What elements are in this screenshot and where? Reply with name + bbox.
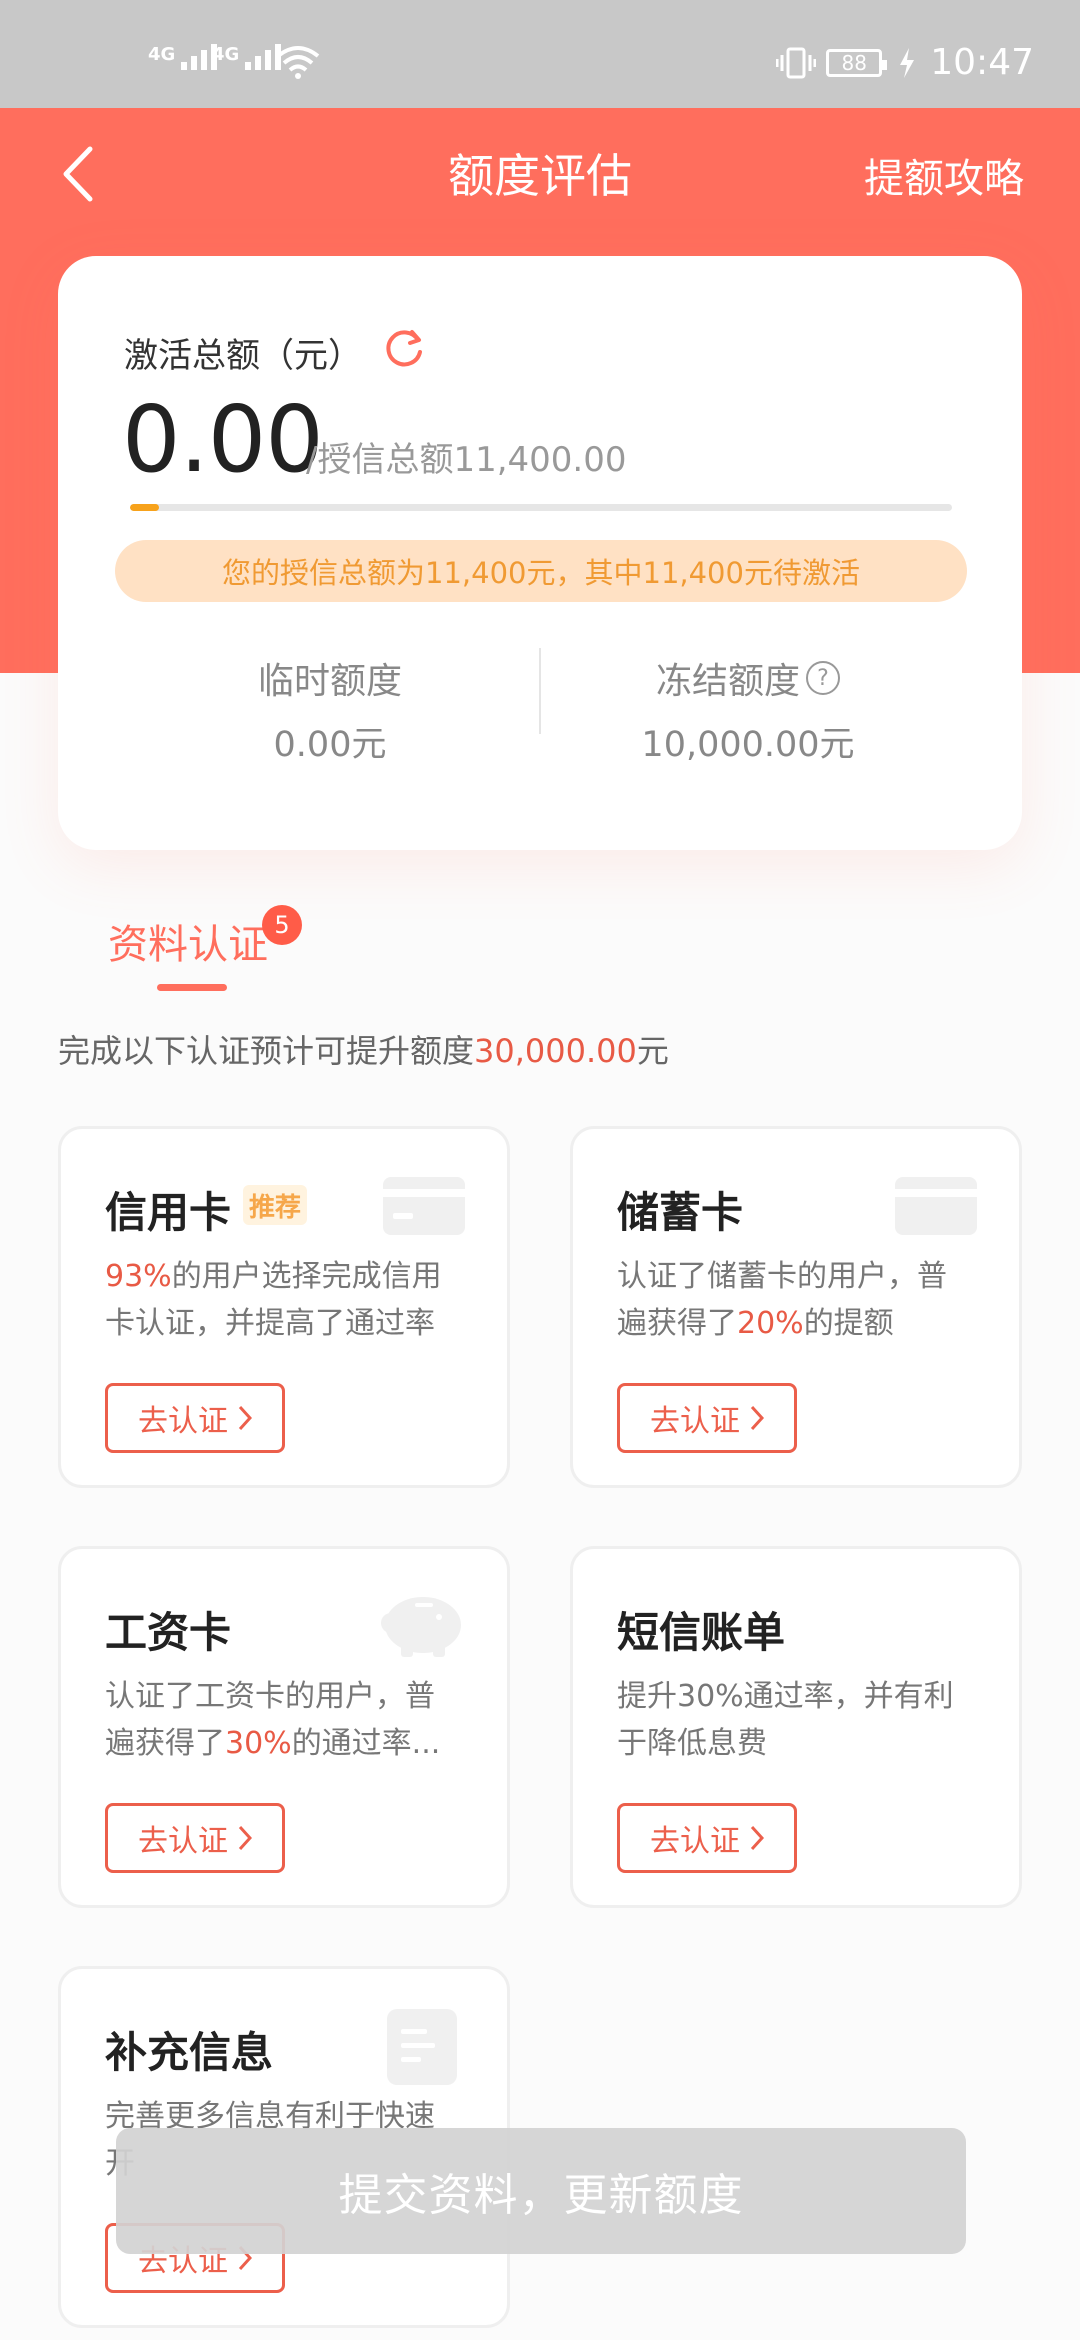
temporary-credit-label-text: 临时额度 (257, 661, 402, 702)
tab-active-indicator (157, 984, 227, 991)
verify-button-salary-card[interactable]: 去认证 (105, 1803, 285, 1873)
frozen-credit: 冻结额度 ? 10,000.00元 (558, 652, 938, 767)
tab-verification[interactable]: 资料认证 (108, 912, 268, 970)
network-type-label-2: 4G (212, 44, 240, 65)
desc-line-1: 提升30%通过率，并有利 (617, 1679, 954, 1714)
card-title: 信用卡 (105, 1188, 232, 1237)
help-icon[interactable]: ? (806, 661, 840, 695)
activated-total-label: 激活总额（元） (124, 336, 362, 376)
document-icon (387, 2009, 457, 2085)
card-title: 工资卡 (105, 1608, 232, 1657)
stat-divider (539, 648, 541, 734)
hint-prefix: 完成以下认证预计可提升额度 (58, 1032, 475, 1070)
frozen-credit-label-text: 冻结额度 (655, 661, 800, 702)
signal-strength-icon: 4G (148, 44, 218, 70)
temporary-credit: 临时额度 0.00元 (140, 652, 520, 767)
desc-highlight: 93% (105, 1259, 172, 1294)
refresh-icon[interactable] (382, 326, 426, 370)
desc-line-2: 遍获得了30%的通过率... (105, 1720, 475, 1767)
desc-line-1: 93%的用户选择完成信用 (105, 1253, 475, 1300)
verify-button-label: 去认证 (650, 1824, 740, 1859)
desc-text-end: 的通过率... (291, 1726, 441, 1761)
verify-button-label: 去认证 (138, 1824, 228, 1859)
card-title: 短信账单 (617, 1608, 786, 1657)
desc-line-1: 认证了工资卡的用户，普 (105, 1679, 435, 1714)
chevron-right-icon (750, 1405, 764, 1431)
clock: 10:47 (930, 42, 1034, 83)
activated-amount: 0.00 (122, 386, 324, 493)
credit-summary-card: 激活总额（元） 0.00 /授信总额11,400.00 您的授信总额为11,40… (58, 256, 1022, 850)
temporary-credit-label: 临时额度 (140, 652, 520, 704)
frozen-credit-label: 冻结额度 ? (558, 652, 938, 704)
desc-line-2: 于降低息费 (617, 1726, 767, 1761)
piggy-bank-icon (381, 1597, 461, 1657)
chevron-right-icon (750, 1825, 764, 1851)
desc-text: 遍获得了 (617, 1306, 737, 1341)
credit-card-verification-card: 信用卡 推荐 93%的用户选择完成信用 卡认证，并提高了通过率 去认证 (58, 1126, 510, 1488)
verify-button-sms-bill[interactable]: 去认证 (617, 1803, 797, 1873)
submit-update-credit-button[interactable]: 提交资料，更新额度 (116, 2128, 966, 2254)
desc-highlight: 30% (225, 1726, 292, 1761)
credit-total-text: /授信总额11,400.00 (306, 440, 627, 480)
debit-card-verification-card: 储蓄卡 认证了储蓄卡的用户，普 遍获得了20%的提额 去认证 (570, 1126, 1022, 1488)
chevron-right-icon (238, 1405, 252, 1431)
vibrate-icon (776, 47, 817, 78)
desc-text: 的用户选择完成信用 (171, 1259, 442, 1294)
card-description: 认证了工资卡的用户，普 遍获得了30%的通过率... (105, 1673, 475, 1767)
battery-icon: 88 (826, 48, 888, 77)
desc-line-1: 认证了储蓄卡的用户，普 (617, 1259, 947, 1294)
activation-progress-bar (130, 504, 952, 511)
verify-button-credit-card[interactable]: 去认证 (105, 1383, 285, 1453)
signal-strength-icon-2: 4G (212, 44, 282, 70)
desc-text-end: 的提额 (803, 1306, 894, 1341)
sms-bill-verification-card: 短信账单 提升30%通过率，并有利 于降低息费 去认证 (570, 1546, 1022, 1908)
chevron-right-icon (238, 1825, 252, 1851)
wifi-icon (276, 46, 320, 79)
desc-line-2: 卡认证，并提高了通过率 (105, 1306, 435, 1341)
verify-button-label: 去认证 (650, 1404, 740, 1439)
frozen-credit-value: 10,000.00元 (641, 725, 855, 765)
card-description: 93%的用户选择完成信用 卡认证，并提高了通过率 (105, 1253, 475, 1347)
desc-highlight: 20% (737, 1306, 804, 1341)
verification-hint: 完成以下认证预计可提升额度30,000.00元 (58, 1026, 669, 1072)
verify-button-debit-card[interactable]: 去认证 (617, 1383, 797, 1453)
card-description: 认证了储蓄卡的用户，普 遍获得了20%的提额 (617, 1253, 987, 1347)
credit-tips-link[interactable]: 提额攻略 (864, 146, 1024, 204)
card-description: 提升30%通过率，并有利 于降低息费 (617, 1673, 987, 1767)
battery-level: 88 (841, 50, 867, 75)
activation-progress-fill (130, 504, 159, 511)
credit-card-icon (383, 1177, 465, 1235)
debit-card-icon (895, 1177, 977, 1235)
hint-suffix: 元 (636, 1032, 669, 1070)
network-type-label: 4G (148, 44, 176, 65)
verify-button-label: 去认证 (138, 1404, 228, 1439)
status-bar: 4G 4G 88 10:47 (0, 0, 1080, 108)
recommend-tag: 推荐 (243, 1185, 308, 1225)
salary-card-verification-card: 工资卡 认证了工资卡的用户，普 遍获得了30%的通过率... 去认证 (58, 1546, 510, 1908)
hint-amount: 30,000.00 (474, 1032, 637, 1070)
desc-text: 遍获得了 (105, 1726, 225, 1761)
credit-notice: 您的授信总额为11,400元，其中11,400元待激活 (115, 540, 967, 602)
desc-line-2: 遍获得了20%的提额 (617, 1300, 987, 1347)
card-title: 储蓄卡 (617, 1188, 744, 1237)
tab-badge: 5 (262, 905, 302, 945)
temporary-credit-value: 0.00元 (273, 725, 387, 765)
card-title: 补充信息 (105, 2028, 274, 2077)
charging-icon (900, 47, 915, 78)
